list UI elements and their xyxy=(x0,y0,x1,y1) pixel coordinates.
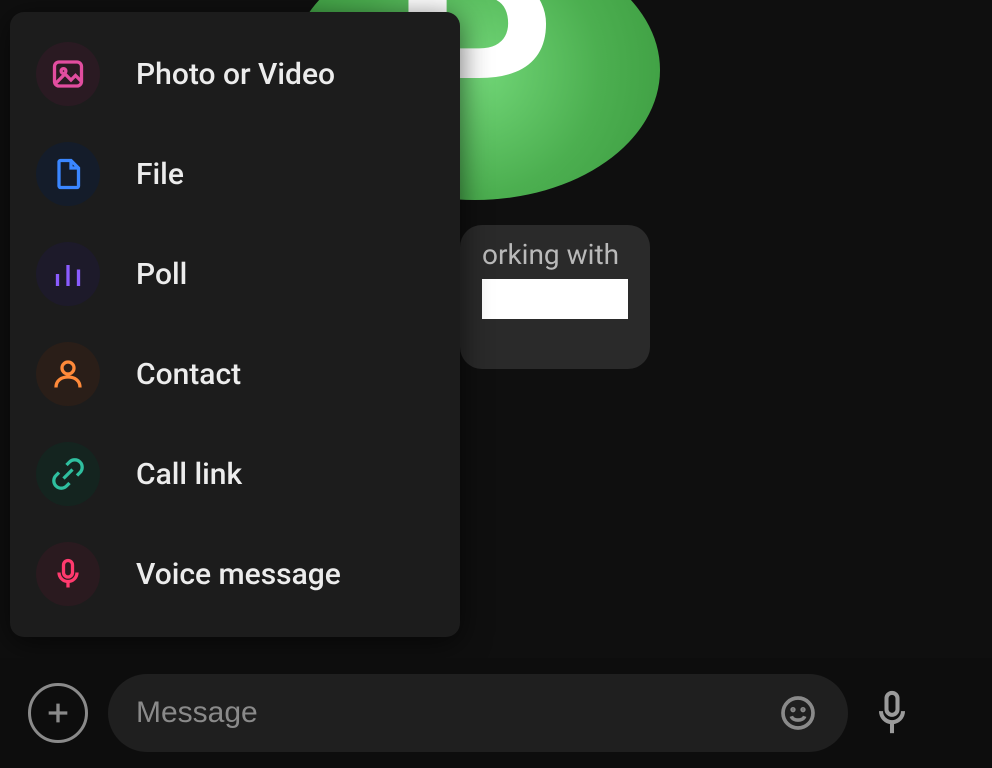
menu-item-poll[interactable]: Poll xyxy=(10,224,460,324)
photo-icon xyxy=(36,42,100,106)
menu-item-label: Poll xyxy=(136,257,187,292)
contact-icon xyxy=(36,342,100,406)
menu-item-contact[interactable]: Contact xyxy=(10,324,460,424)
menu-item-label: Contact xyxy=(136,357,241,392)
message-field[interactable] xyxy=(108,674,848,752)
emoji-button[interactable] xyxy=(776,691,820,735)
menu-item-voice-message[interactable]: Voice message xyxy=(10,524,460,624)
menu-item-photo-or-video[interactable]: Photo or Video xyxy=(10,24,460,124)
message-input-bar xyxy=(0,658,992,768)
menu-item-label: Voice message xyxy=(136,557,341,592)
status-bubble: orking with xyxy=(460,225,650,369)
menu-item-label: Call link xyxy=(136,457,242,492)
attachment-menu: Photo or Video File Poll Contact Call li xyxy=(10,12,460,637)
voice-icon xyxy=(36,542,100,606)
status-text: orking with xyxy=(482,238,619,271)
attach-button[interactable] xyxy=(28,683,88,743)
menu-item-call-link[interactable]: Call link xyxy=(10,424,460,524)
menu-item-label: File xyxy=(136,157,184,192)
voice-record-button[interactable] xyxy=(868,685,916,741)
menu-item-file[interactable]: File xyxy=(10,124,460,224)
call-link-icon xyxy=(36,442,100,506)
message-input[interactable] xyxy=(136,696,760,730)
redacted-block xyxy=(482,279,628,319)
menu-item-label: Photo or Video xyxy=(136,57,335,92)
chat-area: B orking with Photo or Video File Poll xyxy=(0,0,992,768)
poll-icon xyxy=(36,242,100,306)
file-icon xyxy=(36,142,100,206)
